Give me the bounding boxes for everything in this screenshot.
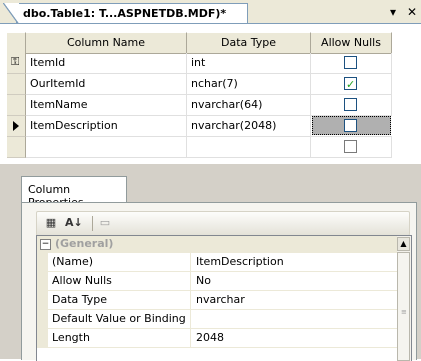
property-grid-toolbar: ▦ A↓ ▭ bbox=[36, 211, 410, 236]
document-tab[interactable]: dbo.Table1: T...ASPNETDB.MDF)* bbox=[3, 3, 248, 25]
property-row[interactable]: Data Type nvarchar bbox=[37, 291, 397, 310]
allow-nulls-cell[interactable] bbox=[311, 53, 392, 73]
allow-nulls-checkbox[interactable] bbox=[344, 98, 357, 111]
data-type-cell[interactable]: nvarchar(64) bbox=[187, 95, 311, 115]
allow-nulls-checkbox[interactable] bbox=[344, 140, 357, 153]
toolbar-separator bbox=[92, 216, 93, 231]
table-row[interactable]: ⚿ ItemId int bbox=[7, 53, 392, 74]
property-value[interactable]: No bbox=[192, 272, 397, 290]
column-name-cell[interactable]: OurItemId bbox=[26, 74, 187, 94]
table-row[interactable]: OurItemId nchar(7) bbox=[7, 74, 392, 95]
property-name: Data Type bbox=[48, 291, 191, 309]
column-header-type[interactable]: Data Type bbox=[187, 32, 311, 54]
table-row[interactable]: ItemName nvarchar(64) bbox=[7, 95, 392, 116]
property-pages-icon[interactable]: ▭ bbox=[97, 216, 113, 230]
row-selector[interactable]: ⚿ bbox=[7, 53, 26, 74]
table-row[interactable]: ItemDescription nvarchar(2048) bbox=[7, 116, 392, 137]
document-tab-title: dbo.Table1: T...ASPNETDB.MDF)* bbox=[23, 7, 227, 20]
property-gutter bbox=[37, 310, 48, 328]
table-row[interactable] bbox=[7, 137, 392, 158]
grip-icon: ≡ bbox=[401, 308, 407, 316]
collapse-icon[interactable]: − bbox=[40, 239, 51, 250]
document-tab-strip: dbo.Table1: T...ASPNETDB.MDF)* ▾ ✕ bbox=[0, 0, 421, 25]
column-name-cell[interactable]: ItemName bbox=[26, 95, 187, 115]
row-selector[interactable] bbox=[7, 95, 26, 116]
column-header-name[interactable]: Column Name bbox=[26, 32, 187, 54]
property-name: Default Value or Binding bbox=[48, 310, 191, 328]
property-row[interactable]: Length 2048 bbox=[37, 329, 397, 348]
property-value[interactable]: nvarchar bbox=[192, 291, 397, 309]
data-type-cell[interactable]: int bbox=[187, 53, 311, 73]
property-name: Length bbox=[48, 329, 191, 347]
row-selector[interactable] bbox=[7, 74, 26, 95]
tab-column-properties[interactable]: Column Properties bbox=[21, 176, 127, 209]
category-general[interactable]: − (General) bbox=[37, 236, 397, 253]
property-value[interactable]: ItemDescription bbox=[192, 253, 397, 271]
property-value[interactable]: 2048 bbox=[192, 329, 397, 347]
allow-nulls-checkbox[interactable] bbox=[344, 119, 357, 132]
row-selector[interactable] bbox=[7, 137, 26, 158]
allow-nulls-checkbox[interactable] bbox=[344, 56, 357, 69]
property-grid-scrollbar[interactable]: ▲ ≡ bbox=[397, 236, 411, 361]
property-gutter bbox=[37, 291, 48, 309]
property-row[interactable]: Default Value or Binding bbox=[37, 310, 397, 329]
property-gutter bbox=[37, 272, 48, 290]
row-selector[interactable] bbox=[7, 116, 26, 137]
categorized-icon[interactable]: ▦ bbox=[43, 216, 59, 230]
property-row[interactable]: Allow Nulls No bbox=[37, 272, 397, 291]
column-properties-body: ▦ A↓ ▭ − (General) (Name) ItemDescriptio… bbox=[21, 202, 417, 361]
allow-nulls-cell[interactable] bbox=[311, 95, 392, 115]
property-gutter bbox=[37, 329, 48, 347]
allow-nulls-cell[interactable] bbox=[311, 116, 392, 136]
allow-nulls-checkbox[interactable] bbox=[344, 75, 357, 95]
property-name: Allow Nulls bbox=[48, 272, 191, 290]
grid-corner-header bbox=[7, 32, 26, 54]
column-properties-panel: Column Properties ▦ A↓ ▭ − (General) (Na… bbox=[0, 164, 421, 361]
property-name: (Name) bbox=[48, 253, 191, 271]
category-label: (General) bbox=[55, 237, 114, 250]
data-type-cell[interactable]: nvarchar(2048) bbox=[187, 116, 311, 136]
table-designer-window: dbo.Table1: T...ASPNETDB.MDF)* ▾ ✕ Colum… bbox=[0, 0, 421, 361]
property-gutter bbox=[37, 253, 48, 271]
data-type-cell[interactable] bbox=[187, 137, 311, 157]
column-header-allow-nulls[interactable]: Allow Nulls bbox=[311, 32, 392, 54]
alphabetical-sort-icon[interactable]: A↓ bbox=[65, 216, 83, 230]
key-icon: ⚿ bbox=[11, 55, 20, 68]
current-row-arrow-icon bbox=[13, 121, 19, 131]
scroll-up-icon[interactable]: ▲ bbox=[397, 237, 410, 251]
allow-nulls-cell[interactable] bbox=[311, 137, 392, 157]
column-name-cell[interactable] bbox=[26, 137, 187, 157]
data-type-cell[interactable]: nchar(7) bbox=[187, 74, 311, 94]
allow-nulls-cell[interactable] bbox=[311, 74, 392, 95]
tab-dropdown-icon[interactable]: ▾ bbox=[390, 5, 396, 19]
column-name-cell[interactable]: ItemId bbox=[26, 53, 187, 73]
column-name-cell[interactable]: ItemDescription bbox=[26, 116, 187, 136]
columns-grid: Column Name Data Type Allow Nulls ⚿ Item… bbox=[0, 24, 421, 164]
property-value[interactable] bbox=[192, 310, 397, 328]
close-icon[interactable]: ✕ bbox=[407, 5, 417, 19]
scroll-thumb[interactable]: ≡ bbox=[397, 252, 410, 361]
property-row[interactable]: (Name) ItemDescription bbox=[37, 253, 397, 272]
property-grid: − (General) (Name) ItemDescription Allow… bbox=[36, 235, 412, 361]
